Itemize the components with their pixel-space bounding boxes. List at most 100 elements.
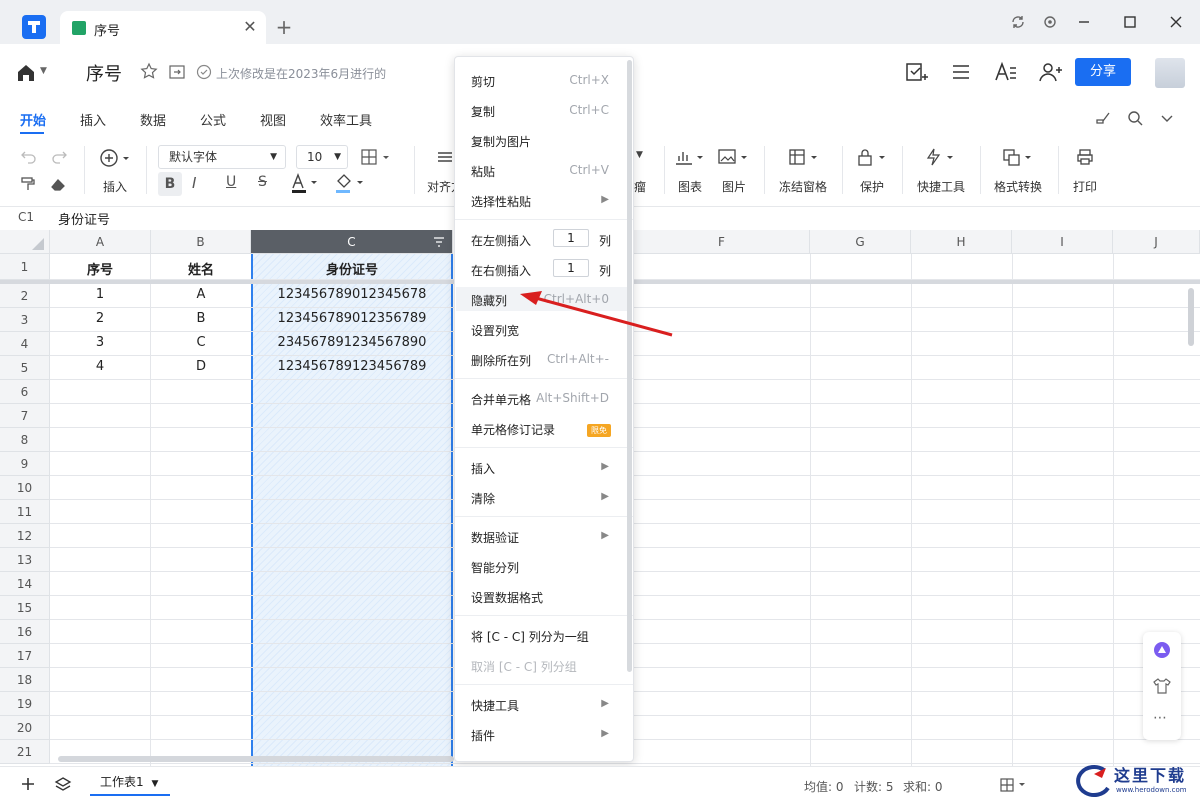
freeze-panes-label[interactable]: 冻结窗格 bbox=[779, 178, 827, 195]
insert-left-count-input[interactable]: 1 bbox=[553, 229, 589, 247]
quick-tools-icon[interactable] bbox=[924, 148, 958, 166]
format-painter-icon[interactable] bbox=[20, 176, 36, 192]
row-header-5[interactable]: 5 bbox=[0, 356, 50, 380]
search-icon[interactable] bbox=[1126, 109, 1144, 127]
sync-icon[interactable] bbox=[1006, 10, 1030, 34]
row-header-3[interactable]: 3 bbox=[0, 308, 50, 332]
table-cell[interactable]: 4 bbox=[50, 359, 150, 374]
menu-item-data-format[interactable]: 设置数据格式 bbox=[471, 589, 543, 606]
menu-item-hide-column[interactable]: 隐藏列 bbox=[471, 292, 507, 309]
menu-list-icon[interactable] bbox=[947, 58, 975, 86]
menu-item-copy[interactable]: 复制 bbox=[471, 103, 495, 120]
table-cell[interactable]: 3 bbox=[50, 335, 150, 350]
row-header-7[interactable]: 7 bbox=[0, 404, 50, 428]
share-button[interactable]: 分享 bbox=[1075, 58, 1131, 86]
tab-data[interactable]: 数据 bbox=[140, 110, 166, 129]
underline-button[interactable]: U bbox=[226, 174, 236, 190]
menu-item-plugins[interactable]: 插件 bbox=[471, 727, 495, 744]
star-icon[interactable] bbox=[140, 62, 158, 80]
last-edit-info[interactable]: 上次修改是在2023年6月进行的 bbox=[216, 65, 386, 82]
row-header-13[interactable]: 13 bbox=[0, 548, 50, 572]
formula-input[interactable]: 身份证号 bbox=[58, 209, 110, 228]
align-icon[interactable] bbox=[436, 150, 454, 166]
edit-doc-icon[interactable] bbox=[902, 58, 930, 86]
add-sheet-icon[interactable] bbox=[20, 776, 36, 792]
print-icon[interactable] bbox=[1076, 148, 1094, 166]
collapse-toolbar-chevron-icon[interactable] bbox=[1158, 109, 1176, 127]
new-tab-icon[interactable]: + bbox=[274, 16, 294, 38]
row-header-9[interactable]: 9 bbox=[0, 452, 50, 476]
menu-item-delete-column[interactable]: 删除所在列 bbox=[471, 352, 531, 369]
user-avatar[interactable] bbox=[1155, 58, 1185, 88]
insert-right-count-input[interactable]: 1 bbox=[553, 259, 589, 277]
column-menu-icon[interactable] bbox=[432, 230, 446, 254]
format-convert-icon[interactable] bbox=[1002, 148, 1036, 166]
partial-toolbar-label[interactable]: 瘤 bbox=[634, 178, 646, 195]
menu-item-copy-as-image[interactable]: 复制为图片 bbox=[471, 133, 531, 150]
column-header-a[interactable]: A bbox=[50, 230, 151, 254]
column-header-c[interactable]: C bbox=[251, 230, 453, 254]
menu-item-insert-right[interactable]: 在右侧插入 bbox=[471, 262, 531, 279]
table-cell[interactable]: 123456789012345678 bbox=[251, 287, 453, 302]
row-header-4[interactable]: 4 bbox=[0, 332, 50, 356]
sheet-list-icon[interactable] bbox=[54, 776, 72, 792]
settings-gear-icon[interactable] bbox=[1038, 10, 1062, 34]
print-label[interactable]: 打印 bbox=[1073, 178, 1097, 195]
menu-item-cut[interactable]: 剪切 bbox=[471, 73, 495, 90]
column-header-g[interactable]: G bbox=[810, 230, 911, 254]
menu-item-quick-tools[interactable]: 快捷工具 bbox=[471, 697, 519, 714]
menu-item-insert[interactable]: 插入 bbox=[471, 460, 495, 477]
close-window-icon[interactable] bbox=[1164, 10, 1188, 34]
insert-plus-icon[interactable] bbox=[98, 146, 134, 170]
menu-item-smart-split[interactable]: 智能分列 bbox=[471, 559, 519, 576]
add-collaborator-icon[interactable] bbox=[1036, 58, 1064, 86]
chart-label[interactable]: 图表 bbox=[678, 178, 702, 195]
font-size-select[interactable]: 10 ▼ bbox=[296, 145, 348, 169]
cell-c1[interactable]: 身份证号 bbox=[251, 259, 453, 278]
format-convert-label[interactable]: 格式转换 bbox=[994, 178, 1042, 195]
home-icon[interactable] bbox=[14, 61, 38, 85]
chart-icon[interactable] bbox=[674, 148, 708, 166]
lock-icon[interactable] bbox=[856, 148, 890, 166]
tab-insert[interactable]: 插入 bbox=[80, 110, 106, 129]
horizontal-scrollbar[interactable] bbox=[58, 756, 454, 762]
tab-close-icon[interactable]: ✕ bbox=[240, 17, 260, 37]
image-label[interactable]: 图片 bbox=[722, 178, 746, 195]
font-family-select[interactable]: 默认字体 ▼ bbox=[158, 145, 286, 169]
cell-a1[interactable]: 序号 bbox=[50, 259, 150, 278]
row-header-6[interactable]: 6 bbox=[0, 380, 50, 404]
more-options-icon[interactable]: ⋯ bbox=[1153, 710, 1167, 726]
tab-start[interactable]: 开始 bbox=[20, 110, 46, 129]
cell-reference[interactable]: C1 bbox=[18, 210, 34, 224]
chevron-down-icon[interactable]: ▼ bbox=[636, 150, 643, 160]
minimize-icon[interactable] bbox=[1072, 10, 1096, 34]
redo-icon[interactable] bbox=[50, 148, 68, 164]
ai-assistant-icon[interactable] bbox=[1152, 640, 1172, 660]
image-icon[interactable] bbox=[718, 148, 752, 166]
table-cell[interactable]: D bbox=[151, 359, 251, 374]
table-cell[interactable]: 123456789123456789 bbox=[251, 359, 453, 374]
column-header-b[interactable]: B bbox=[151, 230, 251, 254]
row-header-11[interactable]: 11 bbox=[0, 500, 50, 524]
row-header-2[interactable]: 2 bbox=[0, 284, 50, 308]
home-caret-icon[interactable]: ▼ bbox=[40, 66, 47, 76]
row-header-20[interactable]: 20 bbox=[0, 716, 50, 740]
row-header-18[interactable]: 18 bbox=[0, 668, 50, 692]
cell-b1[interactable]: 姓名 bbox=[151, 259, 251, 278]
row-header-1[interactable]: 1 bbox=[0, 254, 50, 280]
column-header-j[interactable]: J bbox=[1113, 230, 1200, 254]
row-header-21[interactable]: 21 bbox=[0, 740, 50, 764]
tab-formula[interactable]: 公式 bbox=[200, 110, 226, 129]
tab-efficiency-tools[interactable]: 效率工具 bbox=[320, 110, 372, 129]
vertical-scrollbar[interactable] bbox=[1188, 288, 1194, 346]
row-header-19[interactable]: 19 bbox=[0, 692, 50, 716]
protect-label[interactable]: 保护 bbox=[860, 178, 884, 195]
menu-scrollbar[interactable] bbox=[627, 60, 632, 672]
table-cell[interactable]: A bbox=[151, 287, 251, 302]
brush-icon[interactable] bbox=[1094, 109, 1112, 127]
menu-item-data-validation[interactable]: 数据验证 bbox=[471, 529, 519, 546]
eraser-icon[interactable] bbox=[50, 176, 66, 192]
sheet-tab[interactable]: 工作表1 ▼ bbox=[90, 768, 170, 796]
view-mode-icon[interactable] bbox=[1000, 778, 1028, 792]
app-logo-icon[interactable] bbox=[22, 15, 46, 39]
